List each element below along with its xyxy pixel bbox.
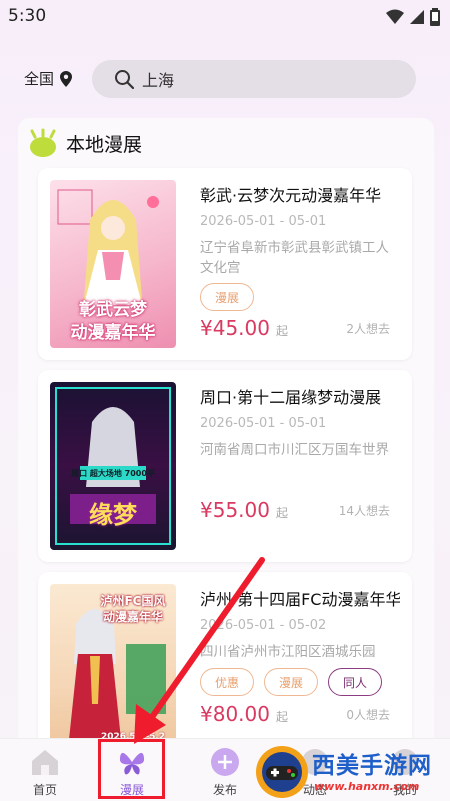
nav-label: 首页 [32,783,57,797]
price-value: ¥80.00 [200,702,270,726]
price-unit: 起 [275,506,288,520]
poster-title-2: 动漫嘉年华 [102,610,163,624]
watermark-text: 西美手游网 [312,753,432,779]
want-count: 14人想去 [338,504,390,518]
event-price: ¥45.00 起 [200,316,288,340]
tag-expo: 漫展 [264,668,319,696]
event-title: 周口·第十二届缘梦动漫展 [200,388,382,407]
event-title: 彰武·云梦次元动漫嘉年华 [200,186,382,205]
event-card[interactable]: 彰武云梦 动漫嘉年华 彰武·云梦次元动漫嘉年华 2026-05-01 - 05-… [38,168,412,360]
cellular-icon [410,10,424,24]
event-address: 河南省周口市川汇区万国车世界 [200,442,389,458]
watermark-url: www.hanxm.com [314,780,420,793]
plus-icon [210,747,240,777]
section-header: 本地漫展 [28,128,142,158]
poster-title-2: 动漫嘉年华 [70,323,156,343]
status-bar: 5:30 [0,0,450,34]
nav-home[interactable]: 首页 [0,739,90,801]
event-address: 辽宁省阜新市彰武县彰武镇工人文化宫 [200,240,389,276]
event-card[interactable]: 周口 超大场地 7000平 缘梦 周口·第十二届缘梦动漫展 2026-05-01… [38,370,412,562]
event-tags: 优惠 漫展 同人 [200,668,383,696]
highlight-box [98,739,165,799]
region-selector[interactable]: 全国 [24,68,73,89]
price-value: ¥45.00 [200,316,270,340]
tag-doujin: 同人 [328,668,383,696]
section-badge-icon [30,128,56,157]
event-address: 四川省泸州市江阳区酒城乐园 [200,644,376,660]
region-label: 全国 [24,70,55,88]
tag-discount: 优惠 [200,668,255,696]
home-icon [30,747,60,777]
event-title: 泸州·第十四届FC动漫嘉年华 [200,590,400,609]
event-price: ¥80.00 起 [200,702,288,726]
want-count: 0人想去 [346,708,390,722]
tag-expo: 漫展 [200,283,255,311]
event-poster: 彰武云梦 动漫嘉年华 [50,180,176,348]
event-card[interactable]: 泸州FC国风 动漫嘉年华 2026.5.1-5.2 泸州·第十四届FC动漫嘉年华… [38,572,412,752]
price-value: ¥55.00 [200,498,270,522]
search-query: 上海 [142,71,175,90]
event-date: 2026-05-01 - 05-01 [200,214,327,229]
status-icons [386,8,440,26]
gamepad-logo-icon [256,746,308,798]
poster-title-1: 泸州FC国风 [100,594,166,608]
event-poster: 周口 超大场地 7000平 缘梦 [50,382,176,550]
poster-title-1: 彰武云梦 [79,300,147,320]
wifi-icon [386,9,404,24]
section-title: 本地漫展 [66,133,143,156]
status-time: 5:30 [8,6,47,26]
price-unit: 起 [275,710,288,724]
search-icon [115,70,134,89]
battery-icon [430,8,440,26]
poster-title-1: 缘梦 [89,501,137,529]
event-poster: 泸州FC国风 动漫嘉年华 2026.5.1-5.2 [50,584,176,752]
event-price: ¥55.00 起 [200,498,288,522]
want-count: 2人想去 [346,322,390,336]
nav-label: 发布 [212,783,237,797]
event-tags: 漫展 [200,283,255,311]
location-pin-icon [60,70,73,87]
poster-subtitle: 周口 超大场地 7000平 [71,469,155,478]
event-date: 2026-05-01 - 05-02 [200,618,327,633]
price-unit: 起 [275,324,288,338]
watermark: 西美手游网 www.hanxm.com [252,742,450,801]
search-input[interactable]: 上海 [92,60,416,98]
event-date: 2026-05-01 - 05-01 [200,416,327,431]
